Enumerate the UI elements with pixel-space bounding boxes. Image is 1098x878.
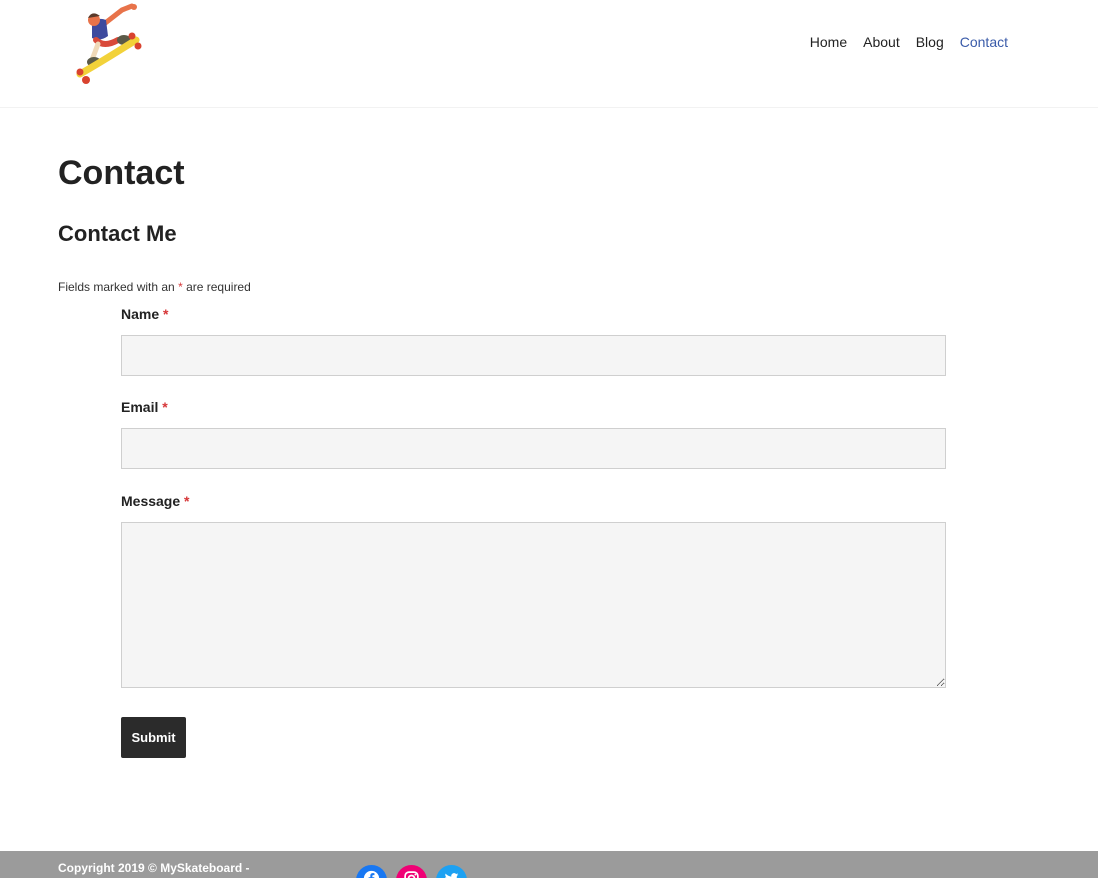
name-label: Name * bbox=[121, 306, 168, 322]
page-title: Contact bbox=[58, 154, 185, 192]
skateboarder-illustration-icon bbox=[76, 3, 142, 84]
page: Home About Blog Contact Contact Contact … bbox=[0, 0, 1098, 878]
name-input[interactable] bbox=[121, 335, 946, 376]
instagram-link[interactable] bbox=[396, 865, 427, 878]
email-label-text: Email bbox=[121, 399, 159, 415]
site-header: Home About Blog Contact bbox=[0, 0, 1098, 108]
nav-contact[interactable]: Contact bbox=[960, 34, 1008, 50]
nav-blog[interactable]: Blog bbox=[916, 34, 944, 50]
name-label-text: Name bbox=[121, 306, 160, 322]
facebook-link[interactable] bbox=[356, 865, 387, 878]
message-textarea[interactable] bbox=[121, 522, 946, 688]
nav-about[interactable]: About bbox=[863, 34, 900, 50]
required-note-suffix: are required bbox=[186, 280, 251, 294]
required-asterisk: * bbox=[178, 280, 183, 294]
email-input[interactable] bbox=[121, 428, 946, 469]
name-required-mark: * bbox=[163, 306, 169, 322]
twitter-link[interactable] bbox=[436, 865, 467, 878]
twitter-icon bbox=[445, 873, 459, 878]
email-required-mark: * bbox=[162, 399, 168, 415]
copyright-text: Copyright 2019 © MySkateboard - bbox=[58, 861, 250, 875]
site-footer: Copyright 2019 © MySkateboard - bbox=[0, 851, 1098, 878]
required-fields-note: Fields marked with an * are required bbox=[58, 280, 251, 294]
required-note-prefix: Fields marked with an bbox=[58, 280, 175, 294]
nav-home[interactable]: Home bbox=[810, 34, 847, 50]
facebook-icon bbox=[363, 870, 380, 878]
main-nav: Home About Blog Contact bbox=[810, 34, 1008, 50]
email-label: Email * bbox=[121, 399, 168, 415]
message-label: Message * bbox=[121, 493, 190, 509]
message-label-text: Message bbox=[121, 493, 181, 509]
form-title: Contact Me bbox=[58, 221, 177, 246]
instagram-icon bbox=[404, 871, 419, 878]
site-logo[interactable] bbox=[74, 2, 144, 84]
message-required-mark: * bbox=[184, 493, 190, 509]
submit-button[interactable]: Submit bbox=[121, 717, 186, 758]
